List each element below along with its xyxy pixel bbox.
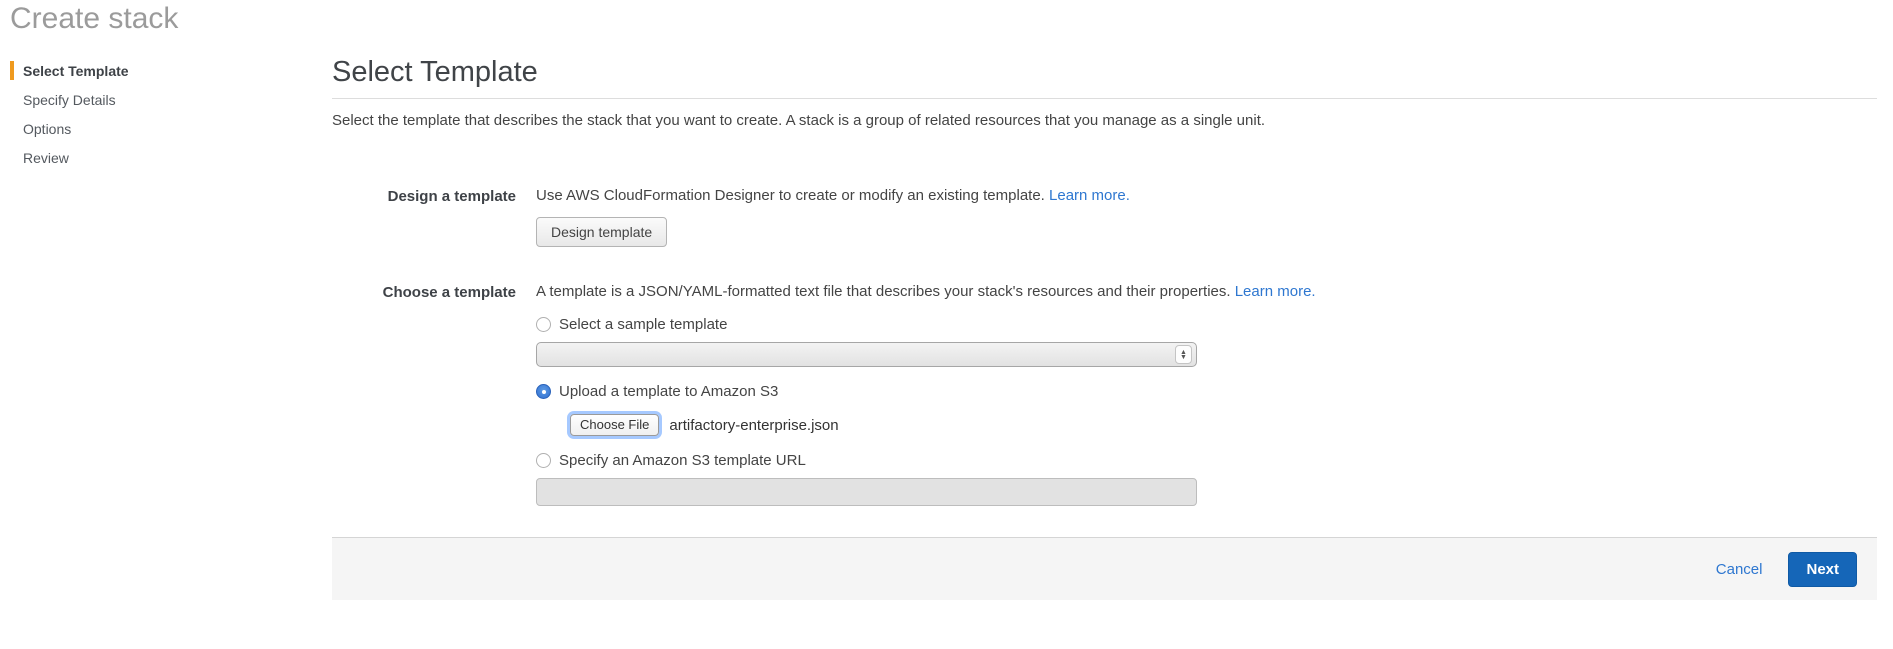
- radio-label: Specify an Amazon S3 template URL: [559, 452, 806, 469]
- choose-template-description: A template is a JSON/YAML-formatted text…: [536, 283, 1235, 300]
- wizard-step-nav: Select Template Specify Details Options …: [10, 56, 260, 172]
- radio-label: Upload a template to Amazon S3: [559, 383, 778, 400]
- wizard-step-select-template[interactable]: Select Template: [10, 56, 260, 85]
- radio-select-sample-template[interactable]: Select a sample template: [536, 316, 1316, 333]
- design-template-description: Use AWS CloudFormation Designer to creat…: [536, 187, 1049, 204]
- cancel-button[interactable]: Cancel: [1716, 561, 1763, 578]
- radio-label: Select a sample template: [559, 316, 727, 333]
- section-heading: Select Template: [332, 56, 1877, 89]
- active-step-indicator: [10, 61, 14, 80]
- uploaded-file-name: artifactory-enterprise.json: [669, 417, 838, 434]
- wizard-step-options[interactable]: Options: [10, 114, 260, 143]
- footer-action-bar: Cancel Next: [332, 537, 1877, 600]
- wizard-step-label: Specify Details: [23, 92, 116, 108]
- heading-divider: [332, 98, 1877, 99]
- wizard-step-specify-details[interactable]: Specify Details: [10, 85, 260, 114]
- sample-template-select[interactable]: ▲▼: [536, 342, 1197, 367]
- design-template-label: Design a template: [332, 187, 516, 205]
- wizard-step-label: Select Template: [23, 63, 129, 79]
- section-description: Select the template that describes the s…: [332, 112, 1877, 129]
- wizard-step-label: Options: [23, 121, 71, 137]
- design-template-row: Design a template Use AWS CloudFormation…: [332, 187, 1877, 247]
- choose-template-row: Choose a template A template is a JSON/Y…: [332, 283, 1877, 506]
- create-stack-page: Create stack Select Template Specify Det…: [0, 0, 1893, 649]
- radio-button-icon-checked[interactable]: [536, 384, 551, 399]
- main-content: Select Template Select the template that…: [332, 44, 1877, 506]
- radio-button-icon[interactable]: [536, 453, 551, 468]
- wizard-step-review[interactable]: Review: [10, 143, 260, 172]
- radio-button-icon[interactable]: [536, 317, 551, 332]
- choose-learn-more-link[interactable]: Learn more.: [1235, 283, 1316, 300]
- page-title: Create stack: [10, 2, 178, 36]
- select-stepper-icon: ▲▼: [1175, 345, 1192, 364]
- next-button[interactable]: Next: [1788, 552, 1857, 587]
- choose-template-label: Choose a template: [332, 283, 516, 301]
- file-upload-row: Choose File artifactory-enterprise.json: [570, 414, 1316, 436]
- design-template-button[interactable]: Design template: [536, 217, 667, 247]
- choose-file-button[interactable]: Choose File: [570, 414, 659, 436]
- design-learn-more-link[interactable]: Learn more.: [1049, 187, 1130, 204]
- radio-upload-template[interactable]: Upload a template to Amazon S3: [536, 383, 1316, 400]
- wizard-step-label: Review: [23, 150, 69, 166]
- radio-specify-s3-url[interactable]: Specify an Amazon S3 template URL: [536, 452, 1316, 469]
- sample-template-select-value: [537, 346, 545, 362]
- s3-template-url-input[interactable]: [536, 478, 1197, 506]
